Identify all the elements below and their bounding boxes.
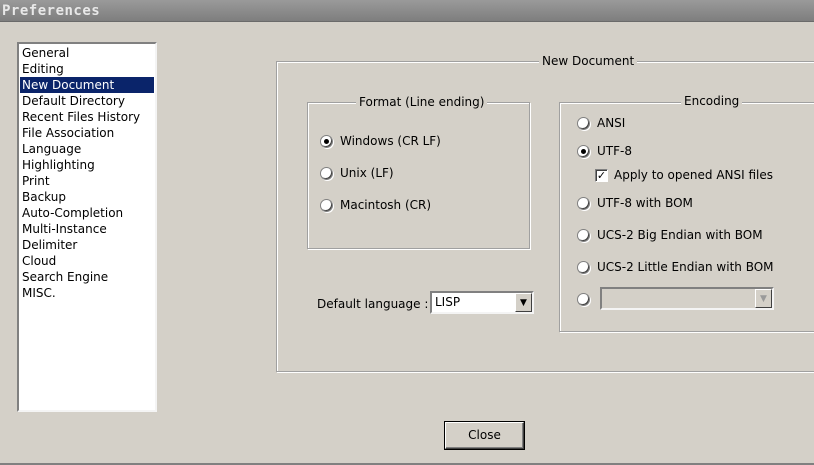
- default-language-label: Default language :: [317, 297, 429, 311]
- sidebar-item-backup[interactable]: Backup: [20, 189, 154, 205]
- encoding-ucs2-be-radio[interactable]: [577, 228, 590, 242]
- window-title: Preferences: [2, 3, 101, 19]
- encoding-utf8-bom-label: UTF-8 with BOM: [597, 196, 693, 210]
- sidebar-item-new-document[interactable]: New Document: [20, 77, 154, 93]
- format-windows-radio[interactable]: [320, 134, 333, 148]
- format-unix-option[interactable]: Unix (LF): [320, 165, 394, 181]
- format-group-label: Format (Line ending): [356, 95, 488, 109]
- chevron-down-icon[interactable]: ▼: [515, 293, 532, 312]
- format-windows-label: Windows (CR LF): [340, 134, 441, 148]
- encoding-group-label: Encoding: [681, 94, 743, 108]
- sidebar-item-misc[interactable]: MISC.: [20, 285, 154, 301]
- encoding-utf8-option[interactable]: UTF-8: [577, 143, 632, 159]
- sidebar-item-editing[interactable]: Editing: [20, 61, 154, 77]
- sidebar-item-delimiter[interactable]: Delimiter: [20, 237, 154, 253]
- encoding-ansi-label: ANSI: [597, 116, 626, 130]
- encoding-ucs2-le-label: UCS-2 Little Endian with BOM: [597, 260, 774, 274]
- sidebar-item-general[interactable]: General: [20, 45, 154, 61]
- new-document-group-label: New Document: [539, 54, 638, 68]
- encoding-utf8-bom-radio[interactable]: [577, 196, 590, 210]
- category-list[interactable]: General Editing New Document Default Dir…: [17, 42, 157, 412]
- apply-ansi-option[interactable]: ✓ Apply to opened ANSI files: [595, 167, 773, 183]
- format-unix-label: Unix (LF): [340, 166, 394, 180]
- encoding-ucs2-be-option[interactable]: UCS-2 Big Endian with BOM: [577, 227, 763, 243]
- sidebar-item-default-directory[interactable]: Default Directory: [20, 93, 154, 109]
- default-language-value: LISP: [435, 295, 461, 309]
- sidebar-item-multi-instance[interactable]: Multi-Instance: [20, 221, 154, 237]
- format-macintosh-label: Macintosh (CR): [340, 198, 432, 212]
- encoding-utf8-label: UTF-8: [597, 144, 632, 158]
- encoding-ansi-option[interactable]: ANSI: [577, 115, 625, 131]
- encoding-ansi-radio[interactable]: [577, 116, 590, 130]
- chevron-down-icon[interactable]: ▼: [755, 289, 772, 308]
- apply-ansi-label: Apply to opened ANSI files: [614, 168, 773, 182]
- close-button[interactable]: Close: [444, 421, 525, 450]
- apply-ansi-checkbox[interactable]: ✓: [595, 168, 608, 182]
- sidebar-item-highlighting[interactable]: Highlighting: [20, 157, 154, 173]
- encoding-ucs2-be-label: UCS-2 Big Endian with BOM: [597, 228, 763, 242]
- format-macintosh-option[interactable]: Macintosh (CR): [320, 197, 431, 213]
- title-bar[interactable]: Preferences: [0, 0, 814, 22]
- sidebar-item-file-association[interactable]: File Association: [20, 125, 154, 141]
- sidebar-item-cloud[interactable]: Cloud: [20, 253, 154, 269]
- encoding-other-select[interactable]: ▼: [600, 287, 774, 310]
- sidebar-item-print[interactable]: Print: [20, 173, 154, 189]
- sidebar-item-auto-completion[interactable]: Auto-Completion: [20, 205, 154, 221]
- sidebar-item-recent-files-history[interactable]: Recent Files History: [20, 109, 154, 125]
- sidebar-item-language[interactable]: Language: [20, 141, 154, 157]
- format-unix-radio[interactable]: [320, 166, 333, 180]
- encoding-other-radio[interactable]: [577, 292, 590, 306]
- format-macintosh-radio[interactable]: [320, 198, 333, 212]
- encoding-ucs2-le-radio[interactable]: [577, 260, 590, 274]
- encoding-ucs2-le-option[interactable]: UCS-2 Little Endian with BOM: [577, 259, 774, 275]
- format-windows-option[interactable]: Windows (CR LF): [320, 133, 441, 149]
- encoding-utf8-bom-option[interactable]: UTF-8 with BOM: [577, 195, 693, 211]
- encoding-other-option[interactable]: [577, 291, 597, 307]
- encoding-utf8-radio[interactable]: [577, 144, 590, 158]
- sidebar-item-search-engine[interactable]: Search Engine: [20, 269, 154, 285]
- default-language-select[interactable]: LISP ▼: [430, 291, 534, 314]
